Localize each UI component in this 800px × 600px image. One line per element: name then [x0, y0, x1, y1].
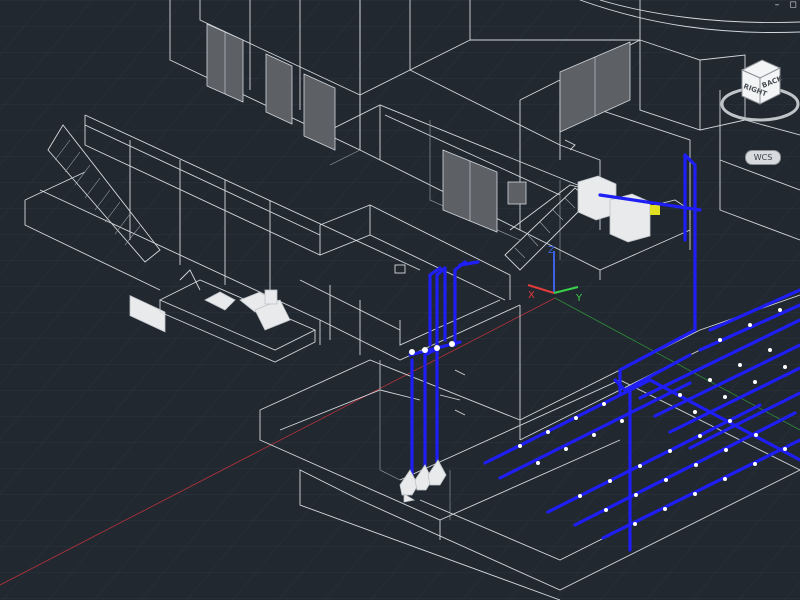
drawing-grid [0, 0, 800, 600]
minimize-icon[interactable]: – [772, 0, 782, 10]
wcs-dropdown-button[interactable]: WCS [745, 150, 781, 165]
viewport-controls: – ◻ [770, 0, 800, 14]
ucs-icon: Z X Y [526, 243, 596, 307]
3d-wireframe-scene[interactable] [0, 0, 800, 600]
restore-icon[interactable]: ◻ [788, 0, 798, 10]
viewcube[interactable]: RIGHT BACK [716, 52, 800, 132]
ucs-y-label: Y [575, 293, 583, 304]
model-space-viewport[interactable] [0, 0, 800, 600]
ucs-z-label: Z [548, 245, 555, 256]
ucs-x-label: X [528, 290, 535, 301]
